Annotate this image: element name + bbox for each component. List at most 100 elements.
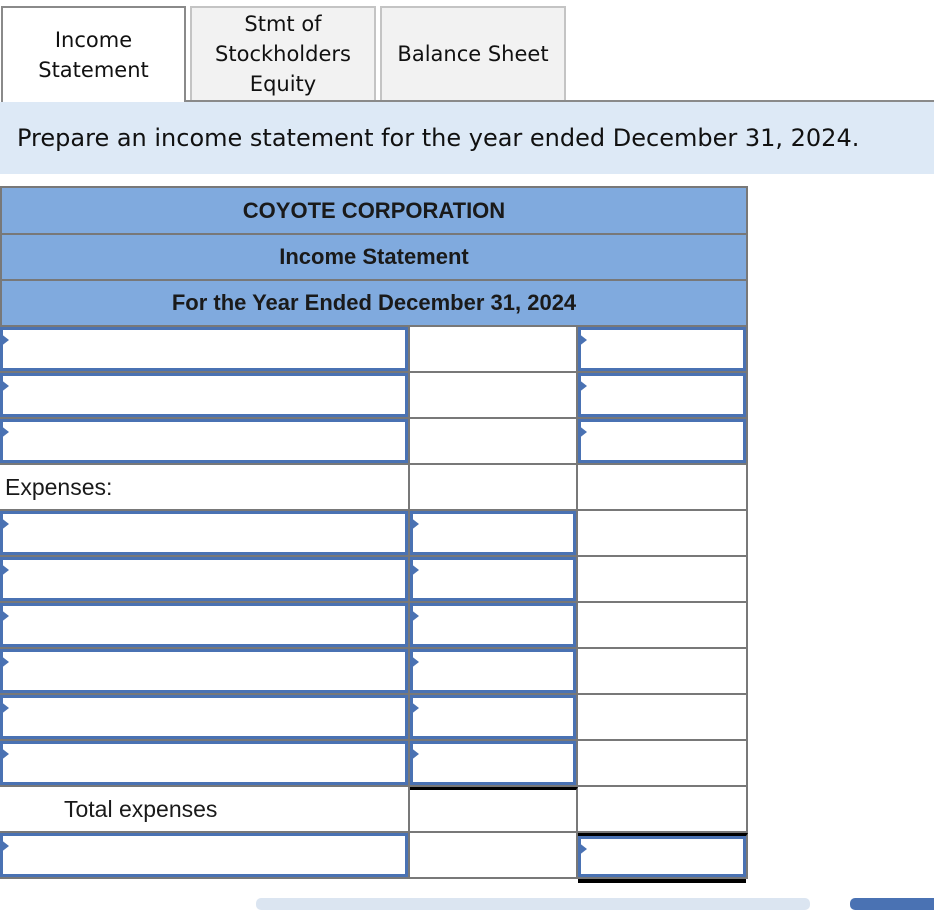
empty-cell (578, 695, 748, 739)
statement-row (0, 833, 748, 883)
dropdown-marker-icon (0, 333, 9, 347)
amount-cell (578, 419, 748, 463)
amount-input[interactable] (410, 557, 576, 601)
statement-row (0, 649, 748, 695)
instruction-text: Prepare an income statement for the year… (17, 124, 860, 152)
statement-row (0, 603, 748, 649)
amount-cell (578, 327, 748, 371)
account-name-cell (0, 695, 410, 739)
account-label-cell: Expenses: (0, 465, 410, 509)
dropdown-marker-icon (410, 701, 419, 715)
tab-stockholders-equity[interactable]: Stmt of Stockholders Equity (190, 6, 376, 100)
statement-row (0, 741, 748, 787)
empty-cell (578, 741, 748, 785)
instruction-banner: Prepare an income statement for the year… (0, 102, 934, 174)
account-dropdown-input[interactable] (0, 419, 408, 463)
account-name-cell (0, 419, 410, 463)
account-name-cell (0, 373, 410, 417)
dropdown-marker-icon (578, 333, 587, 347)
dropdown-marker-icon (0, 655, 9, 669)
income-statement-worksheet: COYOTE CORPORATION Income Statement For … (0, 186, 748, 883)
amount-input[interactable] (578, 327, 746, 371)
tab-income-statement-label: Income Statement (38, 28, 149, 82)
dropdown-marker-icon (410, 563, 419, 577)
account-dropdown-input[interactable] (0, 373, 408, 417)
dropdown-marker-icon (410, 517, 419, 531)
amount-input[interactable] (410, 511, 576, 555)
statement-row (0, 695, 748, 741)
amount-cell (410, 741, 578, 785)
statement-period-header: For the Year Ended December 31, 2024 (0, 279, 748, 325)
amount-input[interactable] (578, 373, 746, 417)
amount-cell (410, 695, 578, 739)
dropdown-marker-icon (578, 379, 587, 393)
account-dropdown-input[interactable] (0, 511, 408, 555)
dropdown-marker-icon (0, 517, 9, 531)
account-dropdown-input[interactable] (0, 741, 408, 785)
amount-cell (410, 557, 578, 601)
amount-input[interactable] (410, 649, 576, 693)
company-name-header: COYOTE CORPORATION (0, 186, 748, 233)
amount-cell (410, 649, 578, 693)
amount-cell (410, 511, 578, 555)
tab-stockholders-equity-label: Stmt of Stockholders Equity (215, 12, 351, 96)
account-name-cell (0, 557, 410, 601)
statement-row: Total expenses (0, 787, 748, 833)
dropdown-marker-icon (0, 379, 9, 393)
account-dropdown-input[interactable] (0, 695, 408, 739)
dropdown-marker-icon (410, 609, 419, 623)
empty-cell (410, 373, 578, 417)
dropdown-marker-icon (0, 747, 9, 761)
statement-row (0, 419, 748, 465)
subtotal-label: Total expenses (64, 795, 218, 822)
dropdown-marker-icon (0, 425, 9, 439)
statement-title-header: Income Statement (0, 233, 748, 279)
amount-cell (578, 833, 748, 883)
empty-cell (578, 603, 748, 647)
dropdown-marker-icon (0, 609, 9, 623)
empty-cell (410, 465, 578, 509)
amount-cell (410, 603, 578, 647)
amount-input[interactable] (578, 419, 746, 463)
account-dropdown-input[interactable] (0, 603, 408, 647)
empty-cell (410, 833, 578, 877)
empty-cell (578, 465, 748, 509)
empty-cell (410, 327, 578, 371)
tab-balance-sheet[interactable]: Balance Sheet (380, 6, 566, 100)
statement-row (0, 557, 748, 603)
section-label: Expenses: (5, 473, 113, 500)
statement-row (0, 373, 748, 419)
tab-balance-sheet-label: Balance Sheet (397, 42, 549, 66)
account-name-cell (0, 603, 410, 647)
account-dropdown-input[interactable] (0, 327, 408, 371)
account-name-cell (0, 511, 410, 555)
bottom-action-button[interactable] (850, 898, 934, 910)
amount-input[interactable] (410, 603, 576, 647)
account-dropdown-input[interactable] (0, 833, 408, 877)
empty-cell (578, 557, 748, 601)
account-dropdown-input[interactable] (0, 649, 408, 693)
empty-cell (578, 787, 748, 831)
dropdown-marker-icon (578, 425, 587, 439)
account-name-cell (0, 741, 410, 785)
amount-input[interactable] (410, 695, 576, 739)
statement-row: Expenses: (0, 465, 748, 511)
amount-input[interactable] (578, 836, 746, 877)
dropdown-marker-icon (578, 842, 587, 856)
account-name-cell (0, 327, 410, 371)
empty-cell (410, 787, 578, 831)
bottom-panel (256, 898, 810, 910)
dropdown-marker-icon (0, 701, 9, 715)
empty-cell (578, 511, 748, 555)
dropdown-marker-icon (0, 563, 9, 577)
statement-row (0, 327, 748, 373)
amount-input[interactable] (410, 741, 576, 785)
account-name-cell (0, 649, 410, 693)
tab-income-statement[interactable]: Income Statement (1, 6, 186, 102)
empty-cell (578, 649, 748, 693)
statement-grid: Expenses: Total expenses (0, 325, 748, 883)
dropdown-marker-icon (410, 747, 419, 761)
dropdown-marker-icon (410, 655, 419, 669)
amount-cell (578, 373, 748, 417)
account-dropdown-input[interactable] (0, 557, 408, 601)
